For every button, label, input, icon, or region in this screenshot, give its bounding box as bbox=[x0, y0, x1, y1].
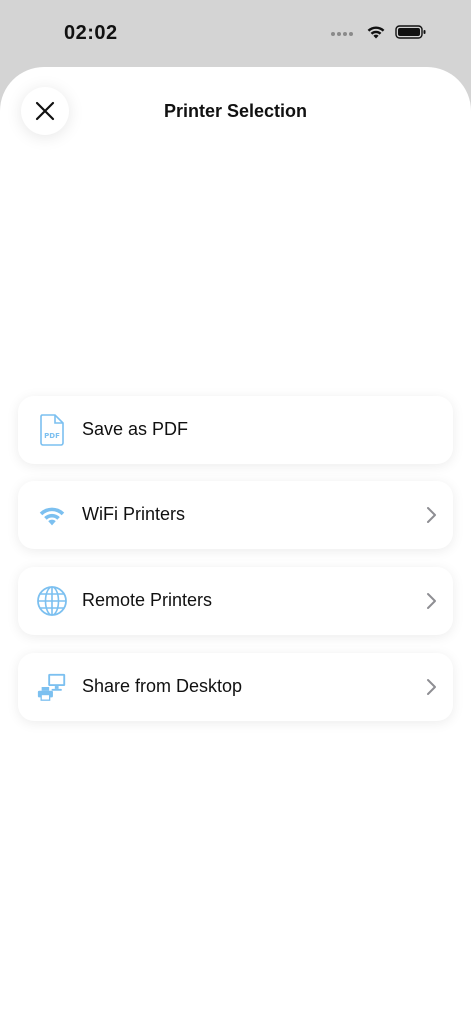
status-icons bbox=[331, 24, 427, 40]
globe-icon bbox=[36, 585, 68, 617]
option-label: Remote Printers bbox=[82, 590, 213, 610]
pdf-file-icon: PDF bbox=[36, 414, 68, 446]
chevron-right-icon bbox=[427, 593, 436, 609]
wifi-printers-option[interactable]: WiFi Printers bbox=[18, 481, 453, 549]
status-time: 02:02 bbox=[64, 22, 118, 44]
chevron-right-icon bbox=[427, 679, 436, 695]
share-from-desktop-option[interactable]: Share from Desktop bbox=[18, 653, 453, 721]
wifi-icon bbox=[36, 499, 68, 531]
option-label: WiFi Printers bbox=[82, 504, 185, 524]
option-label: Share from Desktop bbox=[82, 676, 243, 696]
status-bar: 02:02 bbox=[0, 0, 471, 67]
page-title: Printer Selection bbox=[163, 101, 308, 121]
desktop-printer-icon bbox=[36, 671, 68, 703]
cellular-dots-icon bbox=[331, 32, 355, 36]
svg-text:PDF: PDF bbox=[44, 432, 60, 440]
remote-printers-option[interactable]: Remote Printers bbox=[18, 567, 453, 635]
chevron-right-icon bbox=[427, 507, 436, 523]
save-as-pdf-option[interactable]: PDF Save as PDF bbox=[18, 396, 453, 464]
wifi-status-icon bbox=[367, 26, 385, 39]
option-label: Save as PDF bbox=[82, 419, 189, 439]
battery-icon bbox=[395, 25, 426, 39]
